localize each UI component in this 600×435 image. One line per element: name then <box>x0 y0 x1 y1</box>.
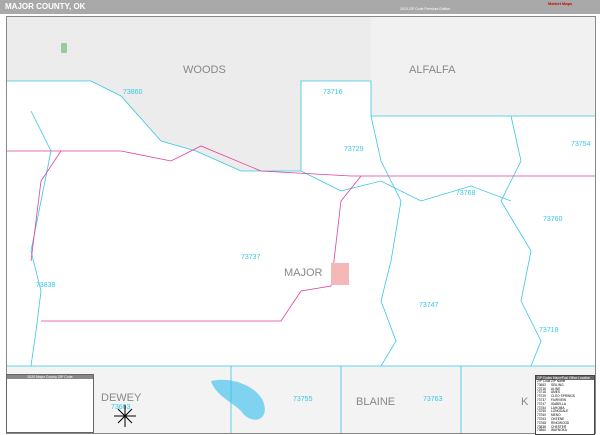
county-label-woods: WOODS <box>183 64 226 76</box>
fairview-city <box>331 263 349 285</box>
zip-label: 73754 <box>571 141 591 148</box>
zip-label: 73763 <box>423 396 443 403</box>
zip-label: 73838 <box>36 282 56 289</box>
zip-label: 73716 <box>323 89 343 96</box>
zip-label: 73663 <box>111 404 131 411</box>
zip-label: 73768 <box>456 190 476 197</box>
zip-label: 73737 <box>241 254 261 261</box>
table-cell: WAYNOKA <box>551 428 567 433</box>
zip-label: 73760 <box>543 216 563 223</box>
header: MAJOR COUNTY, OK 2020 ZIP Code Premium E… <box>0 0 600 14</box>
map-canvas[interactable]: WOODS ALFALFA MAJOR DEWEY BLAINE K 73860… <box>6 16 596 434</box>
county-label-major: MAJOR <box>284 267 323 279</box>
zip-label: 73755 <box>293 396 313 403</box>
county-label-kingfisher: K <box>521 396 529 408</box>
edition-label: 2020 ZIP Code Premium Edition <box>400 7 451 11</box>
zip-label: 73729 <box>344 146 364 153</box>
zip-label: 73718 <box>539 327 559 334</box>
legend: 2020 Major County ZIP Code <box>6 374 94 433</box>
alfalfa-county-area <box>371 17 595 116</box>
zip-label: 73747 <box>419 302 439 309</box>
legend-title: 2020 Major County ZIP Code <box>7 375 93 379</box>
county-label-alfalfa: ALFALFA <box>409 64 456 76</box>
zip-label: 73860 <box>123 89 143 96</box>
table-row: 73860 WAYNOKA <box>536 429 594 433</box>
county-label-dewey: DEWEY <box>101 392 142 404</box>
zip-table: ZIP Codes Major/Post Office Location ZIP… <box>535 375 595 435</box>
table-cell: 73860 <box>537 428 546 433</box>
map-title: MAJOR COUNTY, OK <box>5 2 86 11</box>
county-label-blaine: BLAINE <box>356 396 395 408</box>
park <box>61 43 67 53</box>
logo: Market Maps <box>548 1 573 6</box>
